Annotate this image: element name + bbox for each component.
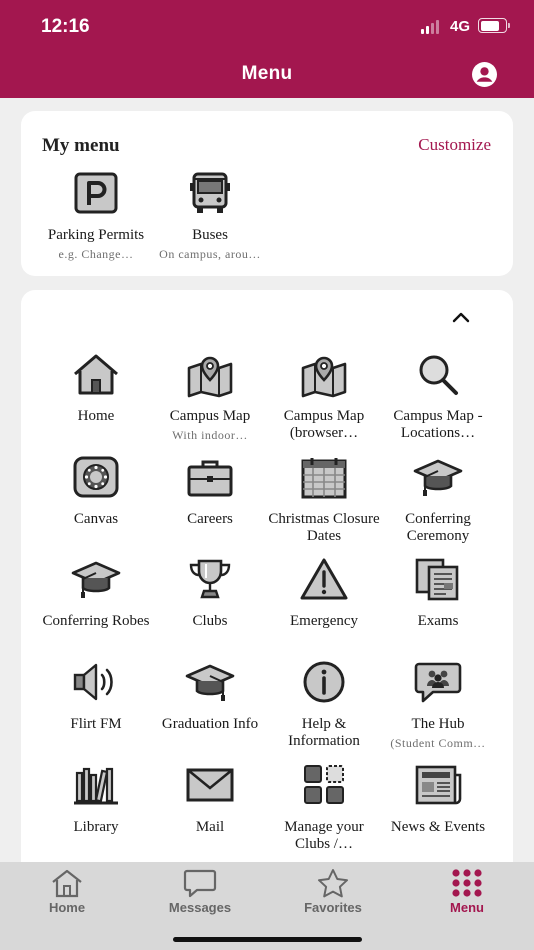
info-icon <box>303 661 345 703</box>
menu-item-emergency[interactable]: Emergency <box>267 557 381 630</box>
status-time: 12:16 <box>41 16 90 37</box>
books-icon <box>74 767 118 805</box>
battery-icon <box>478 18 507 33</box>
tile-label: News & Events <box>390 819 486 835</box>
tab-label: Menu <box>450 900 484 915</box>
tile-label: Campus Map <box>169 408 251 424</box>
chat-people-icon <box>414 662 462 703</box>
tab-home[interactable]: Home <box>12 868 122 915</box>
tab-label: Messages <box>168 900 232 915</box>
calendar-icon <box>301 458 347 499</box>
tile-label: Conferring Ceremony <box>405 511 471 544</box>
menu-item-library[interactable]: Library <box>39 763 153 836</box>
newspaper-icon <box>415 765 462 805</box>
tile-label: Clubs <box>192 613 228 629</box>
tile-sublabel: (Student Comm… <box>390 736 486 750</box>
menu-item-conferring-ceremony[interactable]: Conferring Ceremony <box>381 455 495 545</box>
menu-item-clubs[interactable]: Clubs <box>153 557 267 630</box>
tile-label: Buses <box>192 227 228 243</box>
menu-item-careers[interactable]: Careers <box>153 455 267 528</box>
menu-item-graduation-info[interactable]: Graduation Info <box>153 660 267 733</box>
menu-item-help-information[interactable]: Help & Information <box>267 660 381 750</box>
menu-item-campus-map-browser[interactable]: Campus Map (browser… <box>267 352 381 442</box>
dots-grid-icon <box>452 869 482 897</box>
bus-icon <box>190 172 230 213</box>
tab-label: Home <box>48 900 86 915</box>
magnifier-icon <box>419 355 458 395</box>
tile-label: Graduation Info <box>161 716 259 732</box>
menu-item-christmas-closure[interactable]: Christmas Closure Dates <box>267 455 381 545</box>
app-header: 12:16 4G Menu <box>0 0 534 98</box>
tile-label: Christmas Closure Dates <box>268 511 380 544</box>
trophy-icon <box>189 559 231 599</box>
tile-label: Canvas <box>73 511 119 527</box>
warning-icon <box>300 558 348 600</box>
menu-item-the-hub[interactable]: The Hub (Student Comm… <box>381 660 495 751</box>
mortarboard-icon <box>185 664 235 701</box>
menu-item-canvas[interactable]: Canvas <box>39 455 153 528</box>
tab-label: Favorites <box>304 900 362 915</box>
tab-messages[interactable]: Messages <box>145 868 255 915</box>
home-outline-icon <box>52 869 82 898</box>
grid-manage-icon <box>304 765 344 804</box>
envelope-icon <box>186 768 234 802</box>
network-type: 4G <box>450 18 471 35</box>
page-title: Menu <box>241 63 293 84</box>
menu-item-home[interactable]: Home <box>39 352 153 425</box>
tile-label: Emergency <box>289 613 359 629</box>
my-menu-item-buses[interactable]: Buses On campus, arou… <box>153 171 267 262</box>
tile-sublabel: On campus, arou… <box>159 247 261 261</box>
home-indicator <box>173 937 362 942</box>
briefcase-icon <box>187 460 233 497</box>
tile-sublabel: e.g. Change… <box>58 247 134 261</box>
tile-label: Campus Map (browser… <box>283 408 365 441</box>
tile-label: Mail <box>195 819 225 835</box>
menu-item-exams[interactable]: Exams <box>381 557 495 630</box>
chevron-up-icon[interactable] <box>450 310 472 324</box>
menu-item-conferring-robes[interactable]: Conferring Robes <box>39 557 153 630</box>
battery-cap <box>508 23 510 28</box>
tile-label: Library <box>73 819 119 835</box>
tile-label: Careers <box>187 511 233 527</box>
message-icon <box>183 869 217 898</box>
menu-item-campus-map-locations[interactable]: Campus Map - Locations… <box>381 352 495 442</box>
my-menu-item-parking-permits[interactable]: Parking Permits e.g. Change… <box>39 171 153 262</box>
mortarboard-icon <box>413 459 463 496</box>
menu-item-campus-map[interactable]: Campus Map With indoor… <box>153 352 267 443</box>
documents-icon <box>415 558 459 601</box>
menu-item-news-events[interactable]: News & Events <box>381 763 495 836</box>
tile-label: Exams <box>417 613 459 629</box>
tile-label: The Hub <box>411 716 465 732</box>
tile-label: Flirt FM <box>70 716 122 732</box>
map-pin-icon <box>187 356 233 398</box>
my-menu-card: My menu Customize Parking Permits e.g. C… <box>21 111 513 276</box>
menu-item-mail[interactable]: Mail <box>153 763 267 836</box>
tile-label: Help & Information <box>288 716 360 749</box>
tile-label: Campus Map - Locations… <box>393 408 483 441</box>
customize-button[interactable]: Customize <box>418 135 491 155</box>
account-circle-icon[interactable] <box>472 62 497 87</box>
tile-label: Home <box>77 408 115 424</box>
tab-favorites[interactable]: Favorites <box>278 868 388 915</box>
home-icon <box>74 354 118 395</box>
parking-icon <box>74 172 118 214</box>
speaker-icon <box>73 663 113 701</box>
my-menu-title: My menu <box>42 135 120 156</box>
mortarboard-icon <box>71 561 121 598</box>
tile-label: Manage your Clubs /… <box>284 819 364 852</box>
tile-label: Conferring Robes <box>42 613 150 629</box>
canvas-icon <box>73 456 119 498</box>
menu-item-flirt-fm[interactable]: Flirt FM <box>39 660 153 733</box>
star-icon <box>318 869 348 898</box>
tile-label: Parking Permits <box>47 227 145 243</box>
signal-icon <box>421 20 439 34</box>
map-pin-icon <box>301 356 347 398</box>
tab-menu[interactable]: Menu <box>412 868 522 915</box>
menu-item-manage-clubs[interactable]: Manage your Clubs /… <box>267 763 381 853</box>
tile-sublabel: With indoor… <box>172 428 248 442</box>
